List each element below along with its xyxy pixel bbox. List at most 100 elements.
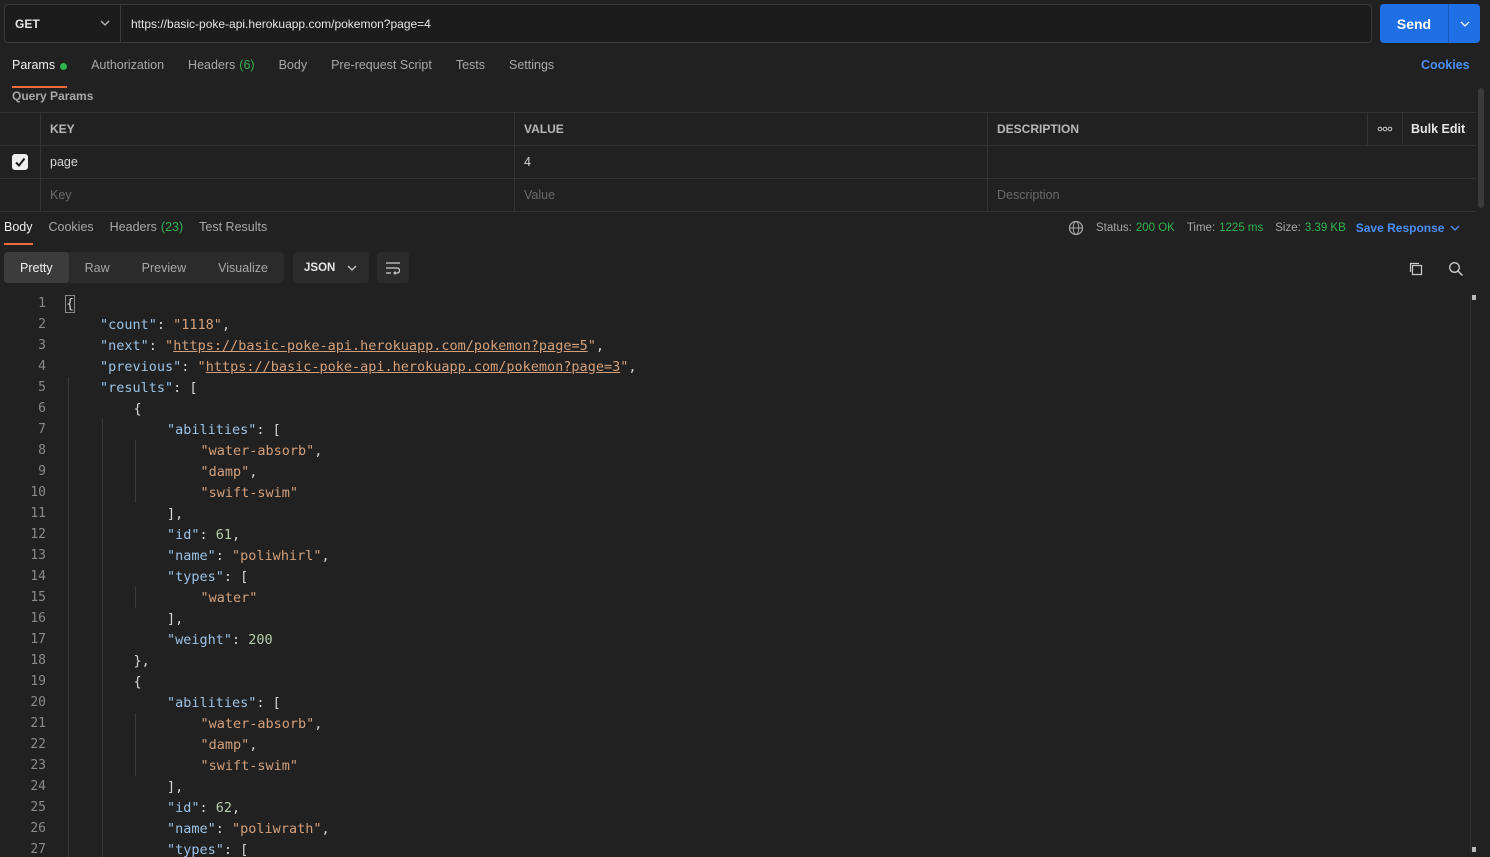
editor-scrollbar[interactable] xyxy=(1470,295,1476,852)
bulk-edit-button[interactable]: Bulk Edit xyxy=(1403,113,1476,145)
response-status-bar: Status: 200 OK Time: 1225 ms Size: 3.39 … xyxy=(1068,220,1460,236)
header-check-cell xyxy=(0,113,41,145)
code-text: ], xyxy=(167,610,184,627)
copy-button[interactable] xyxy=(1405,258,1427,280)
tab-body[interactable]: Body xyxy=(279,58,308,82)
more-options-button[interactable] xyxy=(1368,113,1403,145)
tab-label: Headers xyxy=(188,58,236,72)
scrollbar-bottom-marker xyxy=(1472,847,1476,852)
line-number: 3 xyxy=(38,338,46,353)
status-label: Status: xyxy=(1096,222,1132,234)
format-label: JSON xyxy=(304,261,336,274)
param-checkbox[interactable] xyxy=(12,154,28,170)
column-header-value: VALUE xyxy=(515,113,988,145)
method-label: GET xyxy=(15,16,40,31)
tab-label: Params xyxy=(12,58,56,72)
code-line: 25 "id": 62, xyxy=(0,797,1466,818)
status-value[interactable]: 200 OK xyxy=(1136,222,1175,234)
code-text: "id": 62, xyxy=(167,799,241,816)
new-description-input[interactable]: Description xyxy=(988,179,1476,211)
line-number: 26 xyxy=(30,821,46,836)
headers-count: (23) xyxy=(160,220,184,234)
search-button[interactable] xyxy=(1445,258,1467,280)
tab-response-headers[interactable]: Headers (23) xyxy=(110,220,183,242)
table-row-empty: Key Value Description xyxy=(0,179,1476,212)
code-text: "swift-swim" xyxy=(200,757,299,774)
line-number: 19 xyxy=(30,674,46,689)
tab-test-results[interactable]: Test Results xyxy=(199,220,267,242)
params-scrollbar[interactable] xyxy=(1478,88,1484,208)
code-line: 21 "water-absorb", xyxy=(0,713,1466,734)
chevron-down-icon xyxy=(100,20,110,26)
tab-tests[interactable]: Tests xyxy=(456,58,485,82)
code-line: 6{ xyxy=(0,398,1466,419)
method-select[interactable]: GET xyxy=(5,5,121,42)
tab-settings[interactable]: Settings xyxy=(509,58,554,82)
code-line: 16], xyxy=(0,608,1466,629)
tab-label: Body xyxy=(4,220,33,234)
code-text: "water" xyxy=(200,589,258,606)
tab-response-body[interactable]: Body xyxy=(4,220,33,245)
code-text: "name": "poliwrath", xyxy=(167,820,330,837)
url-input[interactable]: https://basic-poke-api.herokuapp.com/pok… xyxy=(121,5,1371,42)
new-key-input[interactable]: Key xyxy=(41,179,515,211)
code-text: "water-absorb", xyxy=(200,442,323,459)
code-text: "count": "1118", xyxy=(100,316,231,333)
send-options-button[interactable] xyxy=(1448,4,1480,43)
tab-params[interactable]: Params xyxy=(12,58,68,88)
code-line: 17 "weight": 200 xyxy=(0,629,1466,650)
response-body-editor[interactable]: 1{2 "count": "1118", 3 "next": "https://bas… xyxy=(0,293,1466,857)
view-mode-selector: Pretty Raw Preview Visualize xyxy=(4,252,284,283)
row-check-cell xyxy=(0,179,41,211)
save-response-button[interactable]: Save Response xyxy=(1356,221,1461,235)
line-number: 24 xyxy=(30,779,46,794)
code-line: 23 "swift-swim" xyxy=(0,755,1466,776)
line-number: 20 xyxy=(30,695,46,710)
wrap-lines-button[interactable] xyxy=(377,252,409,283)
tab-headers[interactable]: Headers (6) xyxy=(188,58,255,82)
new-value-input[interactable]: Value xyxy=(515,179,988,211)
param-description-field[interactable] xyxy=(988,146,1476,178)
view-mode-preview[interactable]: Preview xyxy=(126,252,202,283)
tab-label: Tests xyxy=(455,58,485,72)
code-line: 1{ xyxy=(0,293,1466,314)
code-line: 3 "next": "https://basic-poke-api.herokua… xyxy=(0,335,1466,356)
code-text: "types": [ xyxy=(167,841,249,857)
param-key-field[interactable]: page xyxy=(41,146,515,178)
time-value[interactable]: 1225 ms xyxy=(1219,222,1263,234)
code-text: { xyxy=(133,673,142,690)
size-value[interactable]: 3.39 KB xyxy=(1305,222,1346,234)
view-mode-visualize[interactable]: Visualize xyxy=(202,252,284,283)
column-header-description: DESCRIPTION xyxy=(988,113,1368,145)
column-header-key: KEY xyxy=(41,113,515,145)
tab-pre-request-script[interactable]: Pre-request Script xyxy=(331,58,432,82)
globe-icon[interactable] xyxy=(1068,220,1084,236)
line-number: 16 xyxy=(30,611,46,626)
cookies-link[interactable]: Cookies xyxy=(1421,58,1470,72)
send-button[interactable]: Send xyxy=(1380,4,1448,43)
code-line: 2 "count": "1118", xyxy=(0,314,1466,335)
view-mode-raw[interactable]: Raw xyxy=(69,252,126,283)
tab-response-cookies[interactable]: Cookies xyxy=(49,220,94,242)
copy-icon xyxy=(1409,262,1423,276)
code-line: 26 "name": "poliwrath", xyxy=(0,818,1466,839)
code-line: 10 "swift-swim" xyxy=(0,482,1466,503)
search-icon xyxy=(1449,262,1464,277)
checkmark-icon xyxy=(15,157,26,168)
code-line: 13 "name": "poliwhirl", xyxy=(0,545,1466,566)
code-text: "weight": 200 xyxy=(167,631,273,648)
line-number: 1 xyxy=(38,296,46,311)
time-label: Time: xyxy=(1186,222,1216,234)
line-number: 5 xyxy=(38,380,46,395)
line-number: 13 xyxy=(30,548,46,563)
url-text: https://basic-poke-api.herokuapp.com/pok… xyxy=(131,16,431,31)
code-line: 8 "water-absorb", xyxy=(0,440,1466,461)
line-number: 11 xyxy=(30,506,46,521)
param-value-field[interactable]: 4 xyxy=(515,146,988,178)
tab-authorization[interactable]: Authorization xyxy=(91,58,164,82)
code-line: 14 "types": [ xyxy=(0,566,1466,587)
line-number: 18 xyxy=(30,653,46,668)
view-mode-pretty[interactable]: Pretty xyxy=(4,252,69,283)
code-text: "id": 61, xyxy=(167,526,241,543)
format-select[interactable]: JSON xyxy=(293,252,369,283)
